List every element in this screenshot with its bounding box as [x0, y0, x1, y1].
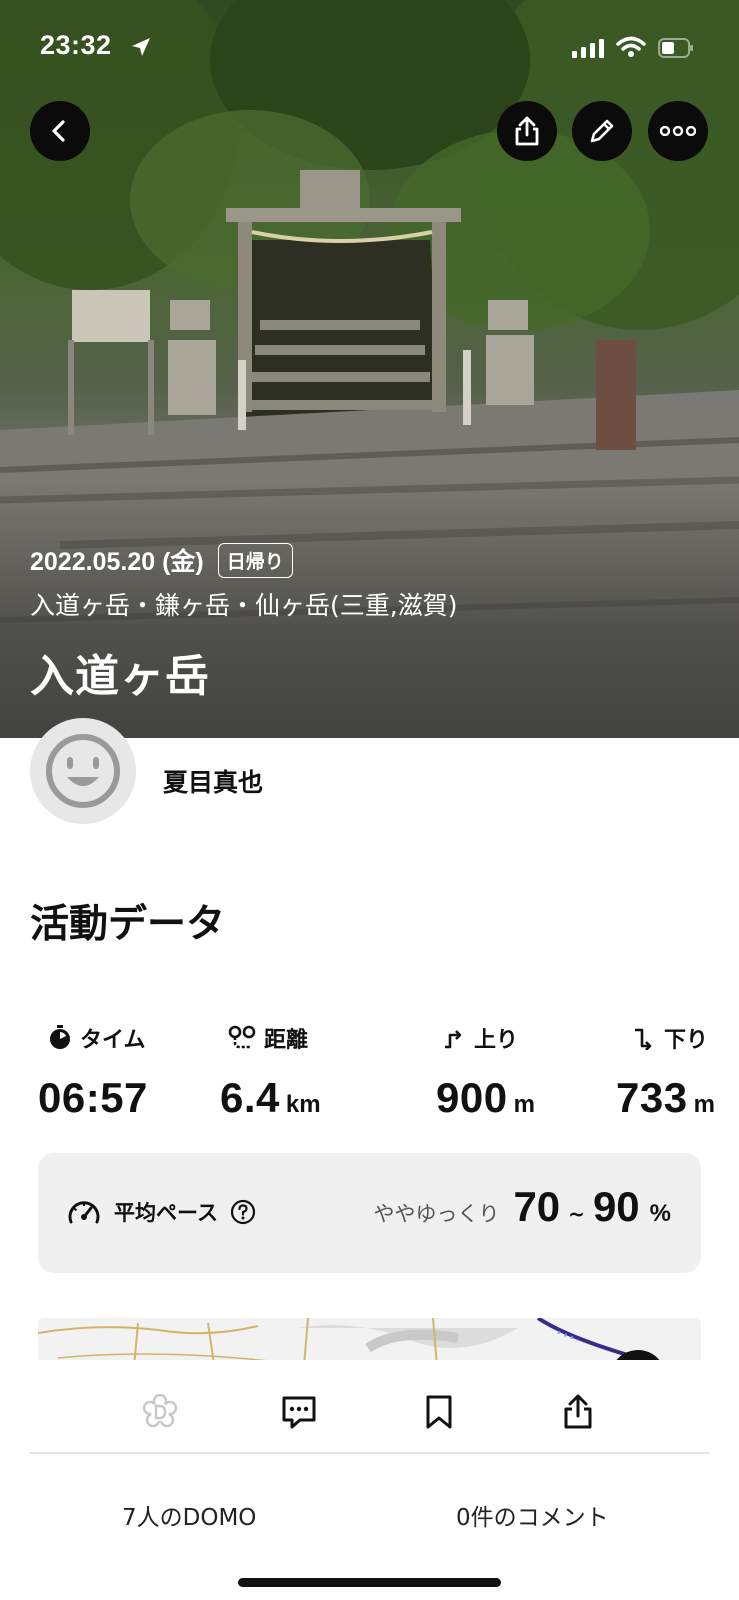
- ascent-icon: [445, 1030, 462, 1049]
- stat-ascent-unit: m: [513, 1091, 535, 1118]
- pace-min: 70: [513, 1183, 561, 1230]
- stat-distance-value: 6.4: [220, 1074, 280, 1121]
- stat-descent: 下り 733 m: [582, 1022, 739, 1122]
- stat-distance-unit: km: [285, 1091, 321, 1118]
- back-button[interactable]: [30, 101, 90, 161]
- activity-date: 2022.05.20 (金): [30, 548, 204, 576]
- stat-time-label: タイム: [80, 1028, 146, 1053]
- edit-button[interactable]: [572, 101, 632, 161]
- stat-descent-value: 733: [616, 1074, 688, 1121]
- divider: [30, 1452, 709, 1454]
- pace-description: ややゆっくり: [373, 1202, 500, 1226]
- day-trip-badge: 日帰り: [217, 542, 293, 578]
- pace-tilde: ~: [568, 1202, 585, 1226]
- route-distance-icon: [228, 1025, 256, 1049]
- pace-unit: %: [649, 1200, 671, 1227]
- domo-button[interactable]: [130, 1382, 190, 1442]
- stat-descent-unit: m: [693, 1091, 715, 1118]
- user-name[interactable]: 夏目真也: [163, 763, 263, 799]
- status-time: 23:32: [40, 30, 112, 60]
- stat-distance-label: 距離: [264, 1028, 309, 1053]
- domo-flower-icon: [142, 1393, 178, 1428]
- descent-icon: [635, 1028, 652, 1050]
- stat-ascent-value: 900: [436, 1074, 508, 1121]
- location-arrow-icon: [132, 38, 150, 56]
- hero-text: 2022.05.20 (金) 日帰り 入道ヶ岳・鎌ヶ岳・仙ヶ岳(三重,滋賀) 入…: [30, 542, 457, 704]
- default-face-icon: [46, 734, 120, 808]
- share-button[interactable]: [497, 101, 557, 161]
- average-pace-card: 平均ペース ややゆっくり 70 ~ 90 %: [38, 1153, 701, 1273]
- wifi-icon: [616, 36, 646, 57]
- home-indicator: [238, 1578, 501, 1587]
- comment-icon: [282, 1396, 316, 1429]
- action-buttons: [0, 1382, 739, 1442]
- domo-count-link[interactable]: 7人のDOMO: [122, 1498, 256, 1532]
- pace-max: 90: [592, 1183, 640, 1230]
- more-dots-icon: [660, 126, 696, 136]
- comment-button[interactable]: [269, 1382, 329, 1442]
- average-pace-label: 平均ペース: [114, 1201, 218, 1225]
- signal-icon: [572, 39, 604, 58]
- battery-icon: [658, 38, 693, 58]
- stopwatch-icon: [50, 1025, 70, 1049]
- back-arrow-icon: [52, 120, 65, 142]
- stats-row: タイム 06:57 距離 6.4 km 上り 900 m 下り 733 m: [30, 1022, 715, 1132]
- activity-detail-screen: 23:32 2022.05.20 (金) 日帰り 入道ヶ岳・鎌ヶ岳・仙ヶ岳(三重…: [0, 0, 739, 1600]
- more-button[interactable]: [648, 101, 708, 161]
- share-icon: [564, 1394, 592, 1429]
- share-icon: [515, 116, 539, 146]
- speedometer-icon: [68, 1201, 100, 1224]
- stat-ascent: 上り 900 m: [404, 1022, 574, 1122]
- help-icon[interactable]: [230, 1199, 256, 1225]
- bookmark-button[interactable]: [409, 1382, 469, 1442]
- stat-distance: 距離 6.4 km: [220, 1022, 390, 1122]
- stat-time: タイム 06:57: [38, 1022, 208, 1122]
- share-bottom-button[interactable]: [548, 1382, 608, 1442]
- bookmark-icon: [426, 1395, 452, 1429]
- bottom-action-bar: 7人のDOMO 0件のコメント: [0, 1360, 739, 1600]
- stat-descent-label: 下り: [664, 1028, 709, 1053]
- activity-data-title: 活動データ: [30, 902, 226, 947]
- comment-count-link[interactable]: 0件のコメント: [456, 1498, 609, 1532]
- activity-title: 入道ヶ岳: [30, 651, 210, 702]
- stat-ascent-label: 上り: [474, 1028, 519, 1053]
- status-bar: 23:32: [0, 28, 739, 64]
- avatar[interactable]: [30, 718, 136, 824]
- stat-time-value: 06:57: [38, 1074, 148, 1121]
- pencil-icon: [590, 119, 614, 143]
- mountain-area: 入道ヶ岳・鎌ヶ岳・仙ヶ岳(三重,滋賀): [30, 591, 458, 620]
- date-row: 2022.05.20 (金) 日帰り: [30, 542, 457, 578]
